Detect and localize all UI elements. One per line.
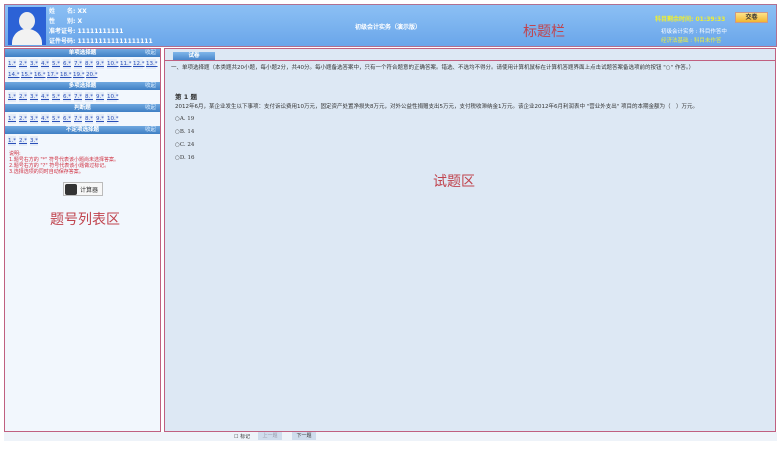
question-list-panel: 单项选择题 收起 1.* 2.* 3.* 4.* 5.* 6.* 7.* 8.* 9.* 10.* 11… [4, 48, 161, 432]
prev-button[interactable]: 上一题 [258, 432, 282, 440]
section-header: 不定项选择题 收起 [5, 126, 160, 134]
question-number-link[interactable]: 12.* [133, 59, 145, 69]
question-number-link[interactable]: 8.* [85, 114, 93, 124]
section-instructions: 一、单项选择题（本类题共20小题，每小题2分，共40分。每小题备选答案中，只有一… [171, 65, 695, 71]
question-number-link[interactable]: 9.* [96, 59, 104, 69]
ticket-number: 准考证号: 11111111111 [49, 28, 124, 35]
question-area-annotation: 试题区 [433, 174, 475, 190]
question-list-annotation: 题号列表区 [50, 212, 120, 228]
collapse-button[interactable]: 收起 [145, 82, 156, 90]
question-number-link[interactable]: 16.* [34, 70, 46, 80]
answer-option[interactable]: ○A. 19 [175, 113, 770, 126]
question-number-link[interactable]: 2.* [19, 59, 27, 69]
footer-bar: ☐ 标记 上一题 下一题 [4, 432, 777, 441]
question-number-link[interactable]: 3.* [30, 136, 38, 146]
question-title: 第 1 题 [175, 93, 198, 101]
question-number-link[interactable]: 3.* [30, 114, 38, 124]
collapse-button[interactable]: 收起 [145, 104, 156, 112]
question-number-link[interactable]: 6.* [63, 114, 71, 124]
calculator-button[interactable]: 计算器 [63, 182, 103, 196]
subject-status-2: 经济法基础 : 科目未作答 [661, 38, 722, 44]
question-number-link[interactable]: 10.* [107, 92, 119, 102]
question-number-link[interactable]: 17.* [47, 70, 59, 80]
title-bar-annotation: 标题栏 [523, 24, 565, 40]
submit-button[interactable]: 交卷 [735, 12, 768, 23]
question-number-link[interactable]: 18.* [60, 70, 72, 80]
tab-paper[interactable]: 试卷 [173, 52, 215, 60]
question-number-link[interactable]: 7.* [74, 114, 82, 124]
candidate-info: 姓 名: XX 性 别: X 准考证号: 11111111111 证件号码: 1… [49, 7, 153, 47]
mark-checkbox[interactable]: ☐ 标记 [234, 433, 250, 440]
id-number: 证件号码: 111111111111111111 [49, 38, 153, 45]
question-number-link[interactable]: 20.* [86, 70, 98, 80]
gender: 性 别: X [49, 18, 83, 25]
next-button[interactable]: 下一题 [292, 432, 316, 440]
question-number-link[interactable]: 5.* [52, 114, 60, 124]
question-number-link[interactable]: 3.* [30, 92, 38, 102]
question-number-link[interactable]: 15.* [21, 70, 33, 80]
question-number-link[interactable]: 7.* [74, 92, 82, 102]
question-area: 试卷 一、单项选择题（本类题共20小题，每小题2分，共40分。每小题备选答案中，… [164, 48, 776, 432]
question-number-link[interactable]: 4.* [41, 114, 49, 124]
question-number-link[interactable]: 9.* [96, 114, 104, 124]
question-number-link[interactable]: 9.* [96, 92, 104, 102]
question-number-link[interactable]: 6.* [63, 92, 71, 102]
question-number-link[interactable]: 8.* [85, 92, 93, 102]
section-header: 判断题 收起 [5, 104, 160, 112]
collapse-button[interactable]: 收起 [145, 49, 156, 57]
answer-option[interactable]: ○D. 16 [175, 152, 770, 165]
question-number-link[interactable]: 1.* [8, 114, 16, 124]
question-number-link[interactable]: 7.* [74, 59, 82, 69]
question-number-link[interactable]: 5.* [52, 92, 60, 102]
question-number-link[interactable]: 14.* [8, 70, 20, 80]
instructions: 说明: 1.题号右方的 "*" 符号代表该小题尚未选择答案。 2.题号右方的 "?"… [9, 151, 120, 175]
question-text: 2012年6月，某企业发生以下事项：支付诉讼费用10万元，固定资产处置净损失8万… [175, 104, 699, 110]
question-number-link[interactable]: 2.* [19, 92, 27, 102]
question-number-link[interactable]: 5.* [52, 59, 60, 69]
answer-option[interactable]: ○B. 14 [175, 126, 770, 139]
question-number-link[interactable]: 13.* [146, 59, 158, 69]
question-number-link[interactable]: 11.* [120, 59, 132, 69]
question-number-link[interactable]: 4.* [41, 92, 49, 102]
collapse-button[interactable]: 收起 [145, 126, 156, 134]
remaining-time: 科目剩余时间: 01:39:33 [655, 16, 726, 23]
question-number-link[interactable]: 4.* [41, 59, 49, 69]
avatar [8, 7, 46, 45]
exam-title: 初级会计实务（演示版） [355, 24, 422, 31]
question-number-link[interactable]: 10.* [107, 114, 119, 124]
question-number-link[interactable]: 1.* [8, 59, 16, 69]
question-number-link[interactable]: 2.* [19, 114, 27, 124]
question-number-link[interactable]: 2.* [19, 136, 27, 146]
question-number-link[interactable]: 10.* [107, 59, 119, 69]
name: 姓 名: XX [49, 8, 87, 15]
section-header: 单项选择题 收起 [5, 49, 160, 57]
title-bar: 姓 名: XX 性 别: X 准考证号: 11111111111 证件号码: 1… [4, 4, 777, 47]
question-number-link[interactable]: 6.* [63, 59, 71, 69]
section-header: 多项选择题 收起 [5, 82, 160, 90]
question-number-link[interactable]: 1.* [8, 136, 16, 146]
answer-option[interactable]: ○C. 24 [175, 139, 770, 152]
calculator-icon [65, 183, 77, 195]
subject-status-1: 初级会计实务 : 科目作答中 [661, 29, 727, 35]
question-number-link[interactable]: 3.* [30, 59, 38, 69]
question-number-link[interactable]: 19.* [73, 70, 85, 80]
question-number-link[interactable]: 1.* [8, 92, 16, 102]
question-number-link[interactable]: 8.* [85, 59, 93, 69]
